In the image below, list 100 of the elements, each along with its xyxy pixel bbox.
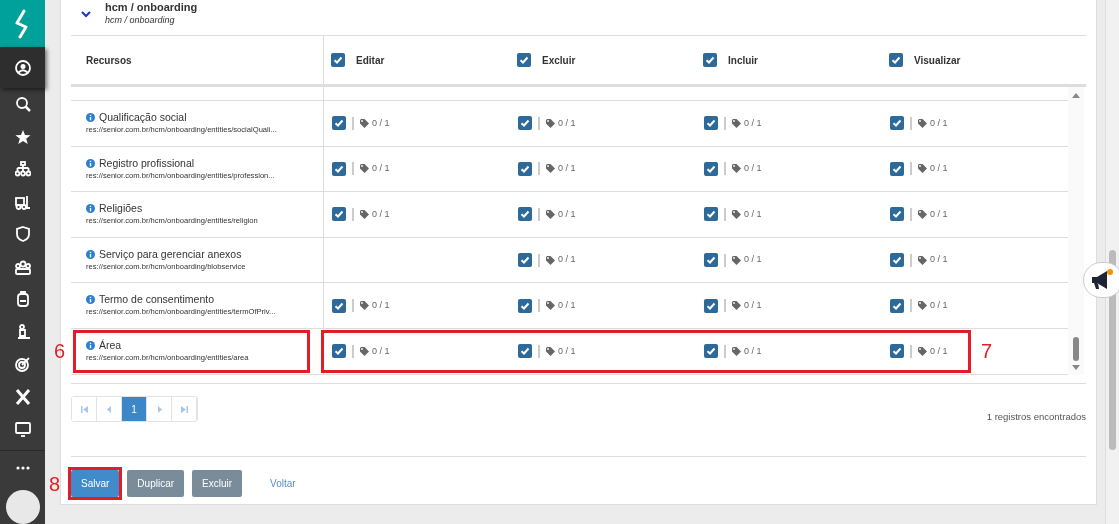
scroll-up-icon bbox=[1072, 93, 1080, 98]
checkbox[interactable] bbox=[890, 298, 904, 313]
tag-icon bbox=[918, 346, 928, 356]
count-text: 0 / 1 bbox=[372, 116, 390, 130]
checkbox[interactable] bbox=[704, 344, 718, 359]
count-text: 0 / 1 bbox=[930, 116, 948, 130]
checkbox[interactable] bbox=[890, 207, 904, 222]
page-scrollbar[interactable] bbox=[1105, 0, 1119, 524]
checkbox[interactable] bbox=[890, 161, 904, 176]
checkbox[interactable] bbox=[704, 253, 718, 268]
checkbox[interactable] bbox=[518, 161, 532, 176]
count-text: 0 / 1 bbox=[930, 253, 948, 267]
checkbox[interactable] bbox=[518, 344, 532, 359]
tag-icon bbox=[360, 118, 370, 128]
checkbox[interactable] bbox=[332, 344, 346, 359]
target-icon bbox=[14, 356, 31, 373]
checkbox[interactable] bbox=[704, 161, 718, 176]
backpack-icon bbox=[14, 291, 31, 308]
back-link[interactable]: Voltar bbox=[250, 470, 316, 497]
sidebar-item[interactable] bbox=[0, 47, 45, 88]
checkbox[interactable] bbox=[518, 253, 532, 268]
tag-icon bbox=[546, 118, 556, 128]
count-text: 0 / 1 bbox=[744, 162, 762, 176]
count-text: 0 / 1 bbox=[558, 344, 576, 358]
checkbox[interactable] bbox=[704, 298, 718, 313]
resource-name: Serviço para gerenciar anexos bbox=[99, 247, 242, 261]
first-page-icon bbox=[80, 405, 88, 413]
action-button[interactable]: Excluir bbox=[192, 470, 243, 497]
checkbox[interactable] bbox=[704, 207, 718, 222]
record-count: 1 registros encontrados bbox=[986, 409, 1086, 424]
tag-icon bbox=[918, 210, 928, 219]
checkbox[interactable] bbox=[890, 253, 904, 268]
checkbox[interactable] bbox=[704, 116, 718, 131]
checkbox[interactable] bbox=[332, 161, 346, 176]
shield-icon bbox=[14, 226, 31, 243]
count-text: 0 / 1 bbox=[372, 298, 390, 312]
section-subtitle: hcm / onboarding bbox=[105, 14, 176, 27]
tag-icon bbox=[360, 164, 370, 174]
count-text: 0 / 1 bbox=[558, 116, 576, 130]
tag-icon bbox=[918, 301, 928, 311]
count-text: 0 / 1 bbox=[372, 162, 390, 176]
star-icon bbox=[14, 128, 31, 145]
forklift-icon bbox=[14, 193, 31, 210]
previous-page-icon bbox=[105, 405, 113, 413]
checkbox[interactable] bbox=[518, 116, 532, 131]
tag-icon bbox=[546, 301, 556, 311]
tag-icon bbox=[546, 210, 556, 219]
table-scrollbar[interactable] bbox=[1068, 87, 1084, 375]
count-text: 0 / 1 bbox=[744, 116, 762, 130]
column-header: Editar bbox=[356, 53, 385, 68]
checkbox[interactable] bbox=[332, 207, 346, 222]
tag-icon bbox=[360, 210, 370, 219]
highlight-frame bbox=[68, 467, 123, 500]
checkbox[interactable] bbox=[518, 298, 532, 313]
checkbox[interactable] bbox=[332, 298, 346, 313]
count-text: 0 / 1 bbox=[558, 253, 576, 267]
info-icon bbox=[86, 340, 95, 350]
tag-icon bbox=[732, 346, 742, 356]
tag-icon bbox=[732, 301, 742, 311]
checkbox[interactable] bbox=[332, 116, 346, 131]
avatar[interactable] bbox=[5, 489, 40, 524]
section-title: hcm / onboarding bbox=[105, 1, 198, 14]
page-button[interactable]: 1 bbox=[122, 397, 147, 421]
checkbox[interactable] bbox=[703, 53, 717, 67]
count-text: 0 / 1 bbox=[372, 207, 390, 221]
column-header: Excluir bbox=[542, 53, 576, 68]
column-header: Visualizar bbox=[914, 53, 961, 68]
checkbox[interactable] bbox=[889, 53, 903, 67]
count-text: 0 / 1 bbox=[558, 207, 576, 221]
tag-icon bbox=[918, 118, 928, 128]
checkbox[interactable] bbox=[890, 344, 904, 359]
tag-icon bbox=[918, 255, 928, 265]
search-icon bbox=[14, 96, 31, 113]
chevron-icon[interactable] bbox=[81, 11, 91, 18]
count-text: 0 / 1 bbox=[930, 162, 948, 176]
tag-icon bbox=[360, 346, 370, 356]
info-icon bbox=[86, 295, 95, 305]
sitemap-icon bbox=[14, 161, 31, 178]
action-button[interactable]: Salvar bbox=[71, 470, 120, 497]
next-page-icon bbox=[155, 405, 163, 413]
tag-icon bbox=[360, 301, 370, 311]
tag-icon bbox=[546, 164, 556, 174]
count-text: 0 / 1 bbox=[744, 207, 762, 221]
tag-icon bbox=[918, 164, 928, 174]
column-header: Recursos bbox=[86, 53, 132, 68]
checkbox[interactable] bbox=[890, 116, 904, 131]
resource-name: Religiões bbox=[99, 202, 143, 216]
info-icon bbox=[86, 204, 95, 214]
annotation-number: 8 bbox=[49, 472, 61, 495]
count-text: 0 / 1 bbox=[558, 162, 576, 176]
checkbox[interactable] bbox=[518, 207, 532, 222]
last-page-icon bbox=[180, 405, 188, 413]
scroll-thumb[interactable] bbox=[1073, 337, 1079, 361]
tag-icon bbox=[732, 210, 742, 219]
checkbox[interactable] bbox=[331, 53, 345, 67]
megaphone-icon bbox=[1090, 269, 1114, 291]
action-button[interactable]: Duplicar bbox=[127, 470, 185, 497]
checkbox[interactable] bbox=[517, 53, 531, 67]
info-icon bbox=[86, 158, 95, 168]
x-icon bbox=[14, 388, 31, 405]
